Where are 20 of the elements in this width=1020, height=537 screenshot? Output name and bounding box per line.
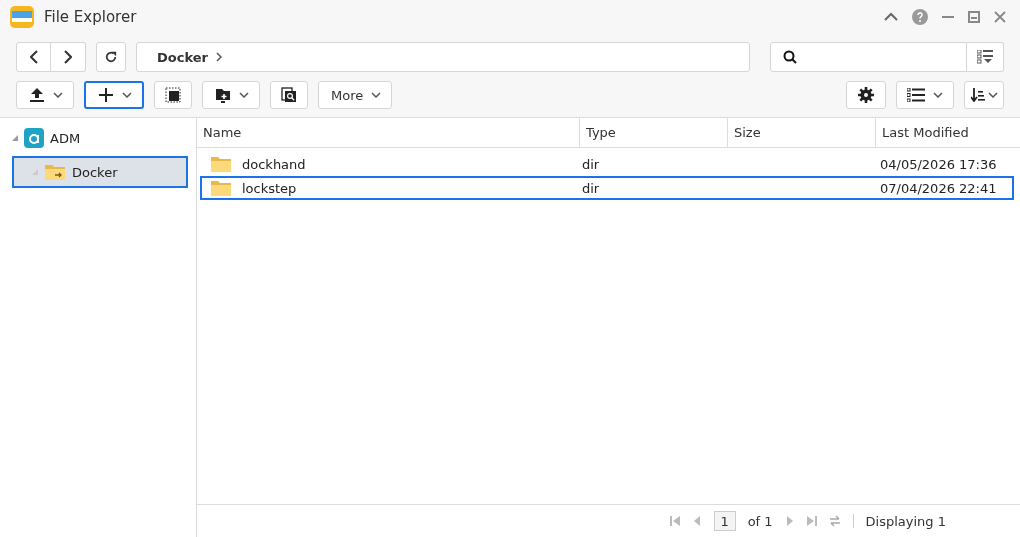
tree-item[interactable]: Docker [12, 156, 188, 188]
more-button[interactable]: More [318, 81, 393, 109]
table-cell: dir [582, 180, 600, 196]
file-row[interactable]: dockhand dir 04/05/2026 17:36 [200, 152, 1014, 176]
breadcrumb-link[interactable]: Docker [157, 49, 208, 65]
table-cell: 07/04/2026 22:41 [880, 180, 997, 196]
column-header[interactable]: Size [728, 118, 876, 147]
file-name: dockhand [242, 156, 306, 172]
window-title: File Explorer [44, 7, 138, 26]
file-row[interactable]: lockstep dir 07/04/2026 22:41 [200, 176, 1014, 200]
column-header[interactable]: Name [197, 118, 580, 147]
table-cell: 04/05/2026 17:36 [880, 156, 997, 172]
page-number-field[interactable]: 1 [713, 511, 736, 531]
page-count: of 1 [747, 513, 773, 529]
file-name: lockstep [242, 180, 297, 196]
column-header[interactable]: Last Modified [876, 118, 1020, 147]
tree-item[interactable]: ADM [0, 126, 196, 150]
column-header[interactable]: Type [580, 118, 728, 147]
display-count: Displaying 1 [865, 513, 946, 529]
table-cell: dir [582, 156, 600, 172]
